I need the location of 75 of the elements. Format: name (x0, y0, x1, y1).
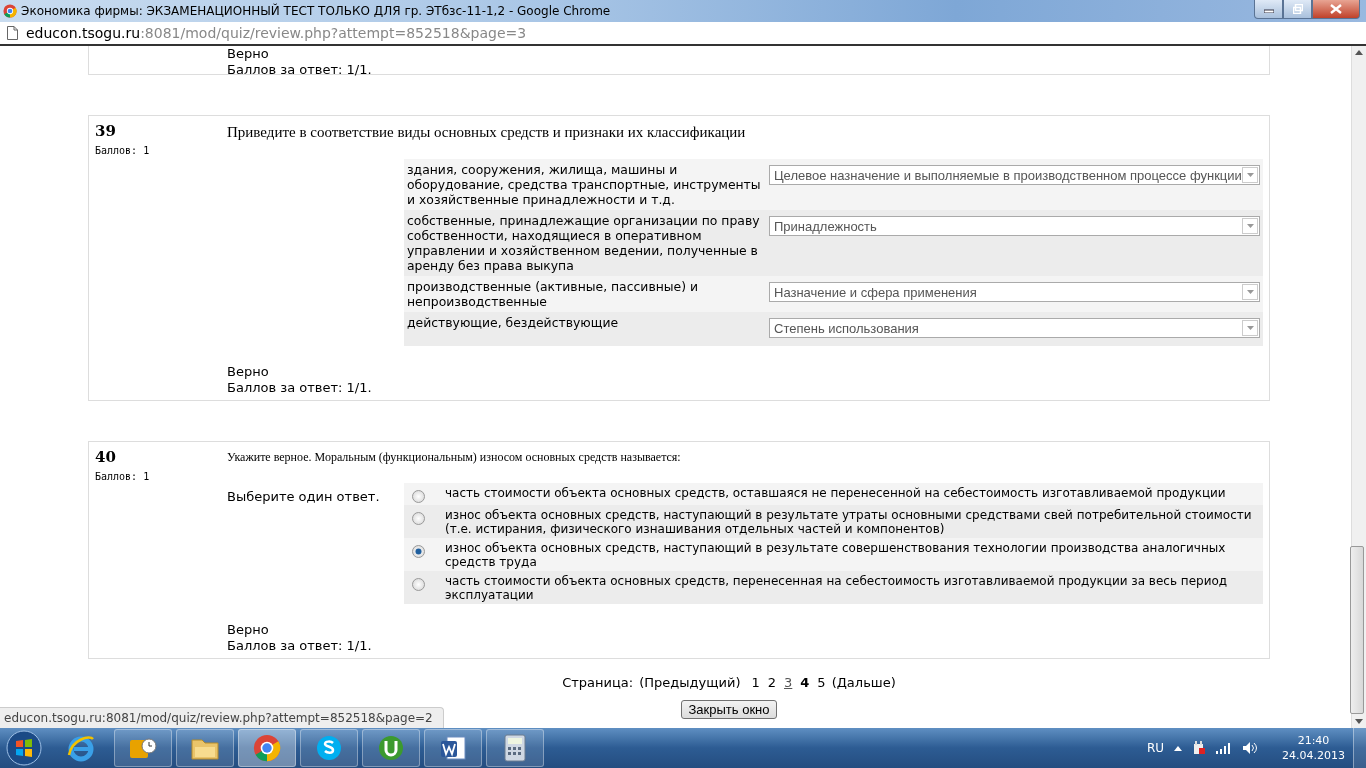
close-button[interactable] (1312, 0, 1360, 19)
page-icon (7, 26, 18, 40)
close-window-button[interactable]: Закрыть окно (681, 700, 777, 719)
radio-button[interactable] (412, 578, 425, 591)
clock-date[interactable]: 24.04.2013 (1282, 748, 1345, 763)
match-item-text: здания, сооружения, жилища, машины и оборудование, средства транспортные, инструменты и хозяйственные принадлежности и т.д. (404, 159, 766, 210)
status-url-tooltip: educon.tsogu.ru:8081/mod/quiz/review.php?attempt=852518&page=2 (0, 707, 444, 728)
page-link[interactable]: 5 (817, 674, 826, 690)
answer-option-text: износ объекта основных средств, наступающий в результате совершенствования технологии производства аналогичных средств труда (445, 541, 1227, 569)
question-number: 39 (95, 122, 117, 140)
page-link[interactable]: 2 (767, 674, 777, 690)
answer-dropdown[interactable]: Назначение и сфера применения (769, 282, 1260, 302)
caret-icon (1246, 290, 1254, 294)
tray-expand-icon[interactable] (1174, 745, 1182, 751)
previous-page-link[interactable]: (Предыдущий) (639, 674, 741, 690)
next-page-link[interactable]: (Дальше) (831, 674, 896, 690)
browser-logo-icon (3, 4, 17, 18)
answer-option-text: часть стоимости объекта основных средств, перенесенная на себестоимость изготавливаемой продукции за весь период эксплуатации (445, 574, 1229, 602)
language-indicator[interactable]: RU (1146, 741, 1164, 755)
url-text[interactable]: educon.tsogu.ru:8081/mod/quiz/review.php?attempt=852518&page=3 (26, 25, 527, 41)
calculator-icon (504, 734, 526, 762)
show-desktop-button[interactable] (1353, 728, 1366, 768)
radio-button[interactable] (412, 490, 425, 503)
result-text: Верно (227, 622, 270, 638)
answer-option-text: часть стоимости объекта основных средств, оставшаяся не перенесенной на себестоимость изготавливаемой продукции (445, 486, 1227, 502)
plug-icon[interactable] (1192, 740, 1206, 756)
score-text: Баллов за ответ: 1/1. (227, 638, 373, 654)
radio-button[interactable] (412, 512, 425, 525)
clock-time[interactable]: 21:40 (1297, 733, 1330, 748)
minimize-button[interactable] (1254, 0, 1283, 19)
answer-dropdown[interactable]: Целевое назначение и выполняемые в производственном процессе функции (769, 165, 1260, 185)
current-page-number: 4 (800, 674, 810, 690)
torrent-icon (377, 734, 405, 762)
taskbar-button[interactable] (362, 729, 420, 767)
page-label: Страница: (562, 674, 634, 690)
caret-icon (1246, 224, 1254, 228)
score-text: Баллов за ответ: 1/1. (227, 380, 373, 396)
restore-icon (1292, 4, 1303, 14)
question-points: Баллов: 1 (95, 145, 151, 156)
window-title: Экономика фирмы: ЭКЗАМЕНАЦИОННЫЙ ТЕСТ ТОЛЬКО ДЛЯ гр. ЭТбзс-11-1,2 - Google Chrome (21, 4, 612, 18)
signal-icon[interactable] (1216, 742, 1232, 754)
question-number: 40 (95, 448, 117, 466)
start-button[interactable] (6, 730, 42, 766)
answer-dropdown[interactable]: Степень использования (769, 318, 1260, 338)
taskbar-button[interactable] (114, 729, 172, 767)
question-text: Приведите в соответствие виды основных средств и признаки их классификации (227, 124, 747, 141)
document-w-icon (439, 734, 467, 762)
page-link[interactable]: 1 (751, 674, 760, 690)
radio-button[interactable] (412, 545, 425, 558)
taskbar-button[interactable] (486, 729, 544, 767)
result-text: Верно (227, 46, 270, 62)
browser-logo-icon (253, 734, 281, 762)
question-text: Укажите верное. Моральным (функциональным) износом основных средств называется: (227, 450, 682, 465)
score-text: Баллов за ответ: 1/1. (227, 62, 373, 78)
match-item-text: действующие, бездействующие (404, 312, 766, 346)
close-icon (1330, 4, 1342, 14)
chat-s-icon (315, 734, 343, 762)
result-text: Верно (227, 364, 270, 380)
answer-dropdown[interactable]: Принадлежность (769, 216, 1260, 236)
restore-button[interactable] (1283, 0, 1312, 19)
speaker-icon[interactable] (1242, 741, 1258, 755)
match-item-text: собственные, принадлежащие организации по праву собственности, находящиеся в оперативном управлении и хозяйственном ведении, полученные в аренду без права выкупа (404, 210, 766, 276)
taskbar-button[interactable] (424, 729, 482, 767)
page-link[interactable]: 3 (784, 674, 793, 690)
answer-option-text: износ объекта основных средств, наступающий в результате утраты основными средствами свей потребительной стоимости (т.е. истирания, физического изнашивания отдельных частей и компонентов) (445, 508, 1253, 536)
match-item-text: производственные (активные, пассивные) и непроизводственные (404, 276, 766, 312)
browser-e-icon (66, 733, 96, 763)
scrollbar-thumb[interactable] (1350, 546, 1364, 714)
answer-prompt: Выберите один ответ. (227, 489, 381, 506)
taskbar-button[interactable] (300, 729, 358, 767)
caret-icon (1246, 173, 1254, 177)
caret-icon (1246, 326, 1254, 330)
scrollbar[interactable] (1351, 46, 1366, 728)
question-points: Баллов: 1 (95, 471, 151, 482)
taskbar-button[interactable] (176, 729, 234, 767)
